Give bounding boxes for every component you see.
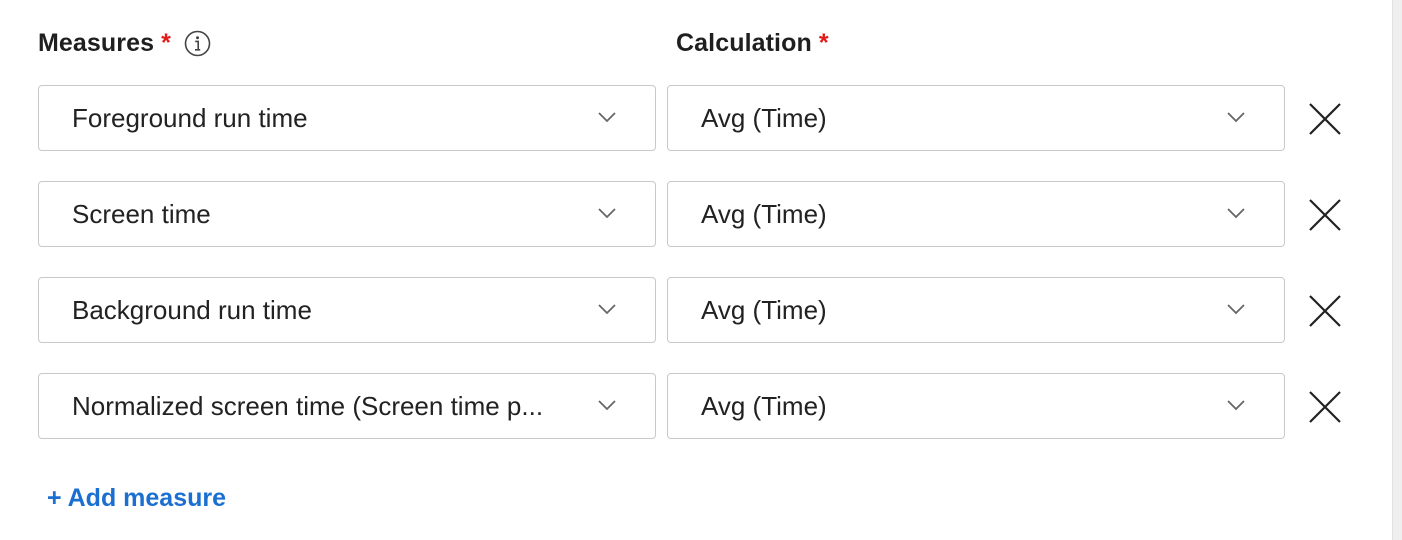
close-icon [1309, 199, 1341, 231]
chevron-down-icon [1226, 302, 1246, 316]
calculation-select[interactable]: Avg (Time) [667, 277, 1285, 343]
measure-select-value: Foreground run time [72, 102, 308, 133]
chevron-down-icon [597, 398, 617, 412]
calculation-select-value: Avg (Time) [701, 390, 827, 421]
remove-measure-button[interactable] [1306, 292, 1344, 330]
measures-panel: Measures * Calculation * Foreground run … [0, 0, 1392, 540]
measure-select[interactable]: Screen time [38, 181, 656, 247]
measure-select-value: Screen time [72, 198, 211, 229]
measure-select-value: Background run time [72, 294, 312, 325]
chevron-down-icon [597, 110, 617, 124]
measure-select-value: Normalized screen time (Screen time p... [72, 390, 544, 421]
measure-row: Foreground run time Avg (Time) [0, 85, 1392, 153]
remove-measure-button[interactable] [1306, 196, 1344, 234]
scrollbar-track[interactable] [1392, 0, 1402, 540]
remove-measure-button[interactable] [1306, 388, 1344, 426]
measure-row: Background run time Avg (Time) [0, 277, 1392, 345]
close-icon [1309, 295, 1341, 327]
calculation-select-value: Avg (Time) [701, 294, 827, 325]
measures-label: Measures [38, 28, 155, 57]
measure-row: Normalized screen time (Screen time p...… [0, 373, 1392, 441]
calculation-select[interactable]: Avg (Time) [667, 181, 1285, 247]
close-icon [1309, 391, 1341, 423]
measure-select[interactable]: Background run time [38, 277, 656, 343]
measure-select[interactable]: Normalized screen time (Screen time p... [38, 373, 656, 439]
calculation-label: Calculation [676, 28, 812, 57]
chevron-down-icon [597, 206, 617, 220]
required-mark: * [161, 28, 171, 57]
calculation-select-value: Avg (Time) [701, 102, 827, 133]
required-mark: * [818, 28, 829, 57]
chevron-down-icon [1226, 206, 1246, 220]
measures-header: Measures * [38, 26, 211, 60]
info-circle-icon[interactable] [184, 30, 211, 57]
calculation-select[interactable]: Avg (Time) [667, 85, 1285, 151]
close-icon [1309, 103, 1341, 135]
measure-select[interactable]: Foreground run time [38, 85, 656, 151]
calculation-header: Calculation * [676, 26, 829, 60]
chevron-down-icon [597, 302, 617, 316]
add-measure-link[interactable]: + Add measure [47, 480, 226, 516]
chevron-down-icon [1226, 110, 1246, 124]
remove-measure-button[interactable] [1306, 100, 1344, 138]
measure-row: Screen time Avg (Time) [0, 181, 1392, 249]
chevron-down-icon [1226, 398, 1246, 412]
calculation-select[interactable]: Avg (Time) [667, 373, 1285, 439]
calculation-select-value: Avg (Time) [701, 198, 827, 229]
